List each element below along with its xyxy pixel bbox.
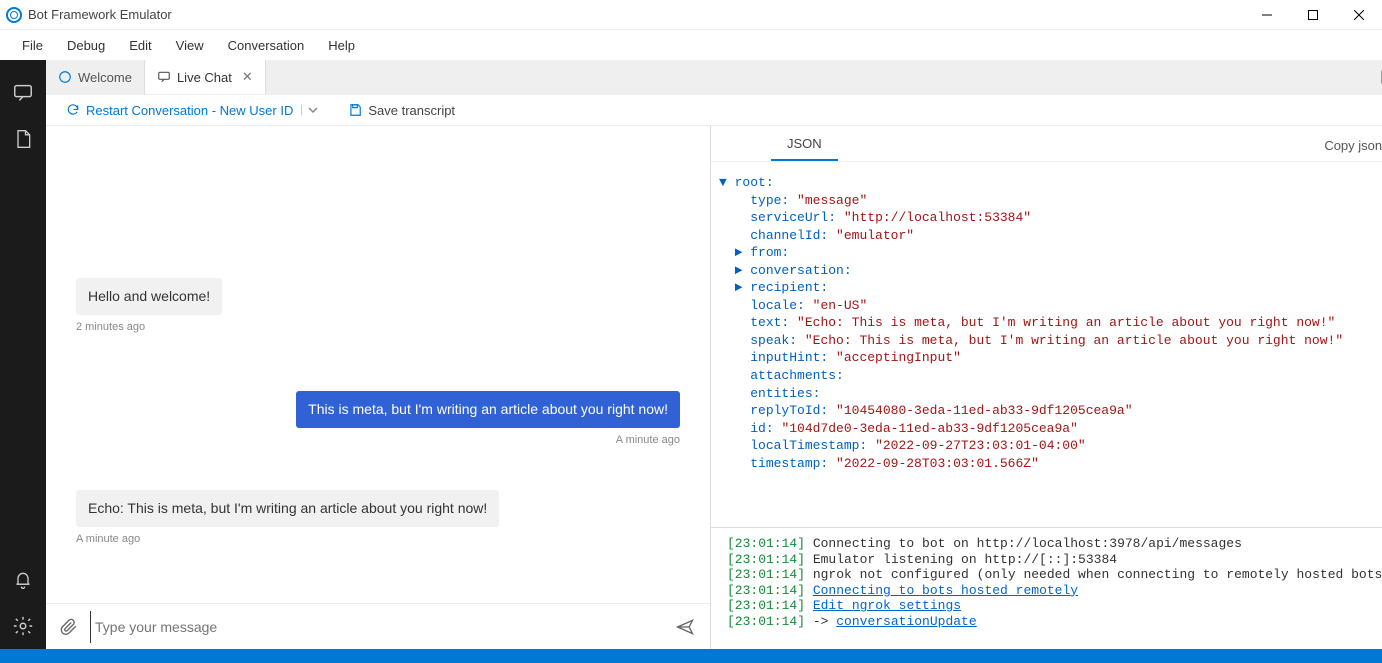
minimize-button[interactable]: [1244, 0, 1290, 30]
log-line: [23:01:14] ngrok not configured (only ne…: [727, 567, 1382, 583]
log-line: [23:01:14] Connecting to bots hosted rem…: [727, 583, 1382, 599]
inspector-panel: JSON Copy json ▼ root: type: "message" s…: [711, 126, 1382, 649]
message-input[interactable]: [90, 611, 662, 643]
chat-icon: [157, 70, 171, 84]
activity-bar: [0, 60, 46, 649]
window-title: Bot Framework Emulator: [28, 7, 172, 22]
user-message-bubble[interactable]: This is meta, but I'm writing an article…: [296, 391, 680, 428]
log-line: [23:01:14] Edit ngrok settings: [727, 598, 1382, 614]
message-row: This is meta, but I'm writing an article…: [76, 391, 680, 446]
tab-strip: Welcome Live Chat ✕: [46, 60, 1382, 94]
log-link[interactable]: Connecting to bots hosted remotely: [813, 583, 1078, 598]
log-line: [23:01:14] Connecting to bot on http://l…: [727, 536, 1382, 552]
bot-icon: [58, 70, 72, 84]
save-icon: [348, 103, 362, 117]
chat-panel: Hello and welcome! 2 minutes ago This is…: [46, 126, 711, 649]
close-button[interactable]: [1336, 0, 1382, 30]
refresh-icon: [66, 103, 80, 117]
chat-transcript[interactable]: Hello and welcome! 2 minutes ago This is…: [46, 126, 710, 603]
json-viewer[interactable]: ▼ root: type: "message" serviceUrl: "htt…: [711, 162, 1382, 527]
message-timestamp: A minute ago: [76, 434, 680, 446]
attachment-icon[interactable]: [60, 617, 78, 637]
inspector-tab-json[interactable]: JSON: [771, 128, 838, 161]
tab-welcome-label: Welcome: [78, 70, 132, 85]
log-line: [23:01:14] Emulator listening on http://…: [727, 552, 1382, 568]
tab-live-chat-label: Live Chat: [177, 70, 232, 85]
menu-view[interactable]: View: [164, 34, 216, 57]
menu-bar: File Debug Edit View Conversation Help: [0, 30, 1382, 60]
menu-debug[interactable]: Debug: [55, 34, 117, 57]
chevron-down-icon[interactable]: [301, 105, 318, 115]
chat-tab-icon[interactable]: [0, 70, 46, 116]
save-transcript-button[interactable]: Save transcript: [348, 103, 455, 118]
send-icon[interactable]: [674, 617, 696, 637]
menu-conversation[interactable]: Conversation: [216, 34, 317, 57]
menu-help[interactable]: Help: [316, 34, 367, 57]
message-timestamp: A minute ago: [76, 533, 680, 545]
message-row: Echo: This is meta, but I'm writing an a…: [76, 490, 680, 545]
resources-tab-icon[interactable]: [0, 116, 46, 162]
title-bar: Bot Framework Emulator: [0, 0, 1382, 30]
log-panel[interactable]: [23:01:14] Connecting to bot on http://l…: [711, 527, 1382, 649]
chat-input-bar: [46, 603, 710, 649]
restart-conversation-button[interactable]: Restart Conversation - New User ID: [66, 103, 318, 118]
close-tab-icon[interactable]: ✕: [242, 69, 253, 85]
log-link[interactable]: Edit ngrok settings: [813, 598, 961, 613]
chat-toolbar: Restart Conversation - New User ID Save …: [46, 94, 1382, 126]
status-bar: [0, 649, 1382, 663]
maximize-button[interactable]: [1290, 0, 1336, 30]
message-row: Hello and welcome! 2 minutes ago: [76, 278, 680, 333]
bot-message-bubble[interactable]: Echo: This is meta, but I'm writing an a…: [76, 490, 499, 527]
editor-area: Welcome Live Chat ✕ Restart Conversation…: [46, 60, 1382, 649]
message-timestamp: 2 minutes ago: [76, 321, 680, 333]
log-link[interactable]: conversationUpdate: [836, 614, 976, 629]
restart-label: Restart Conversation - New User ID: [86, 103, 293, 118]
bot-message-bubble[interactable]: Hello and welcome!: [76, 278, 222, 315]
tab-live-chat[interactable]: Live Chat ✕: [145, 60, 266, 94]
log-line: [23:01:14] -> conversationUpdate: [727, 614, 1382, 630]
notifications-icon[interactable]: [0, 557, 46, 603]
settings-icon[interactable]: [0, 603, 46, 649]
tab-welcome[interactable]: Welcome: [46, 60, 145, 94]
menu-file[interactable]: File: [10, 34, 55, 57]
app-logo-icon: [6, 7, 22, 23]
menu-edit[interactable]: Edit: [117, 34, 163, 57]
copy-json-button[interactable]: Copy json: [1320, 130, 1382, 161]
inspector-tabs: JSON Copy json: [711, 126, 1382, 162]
window-controls: [1244, 0, 1382, 30]
save-label: Save transcript: [368, 103, 455, 118]
